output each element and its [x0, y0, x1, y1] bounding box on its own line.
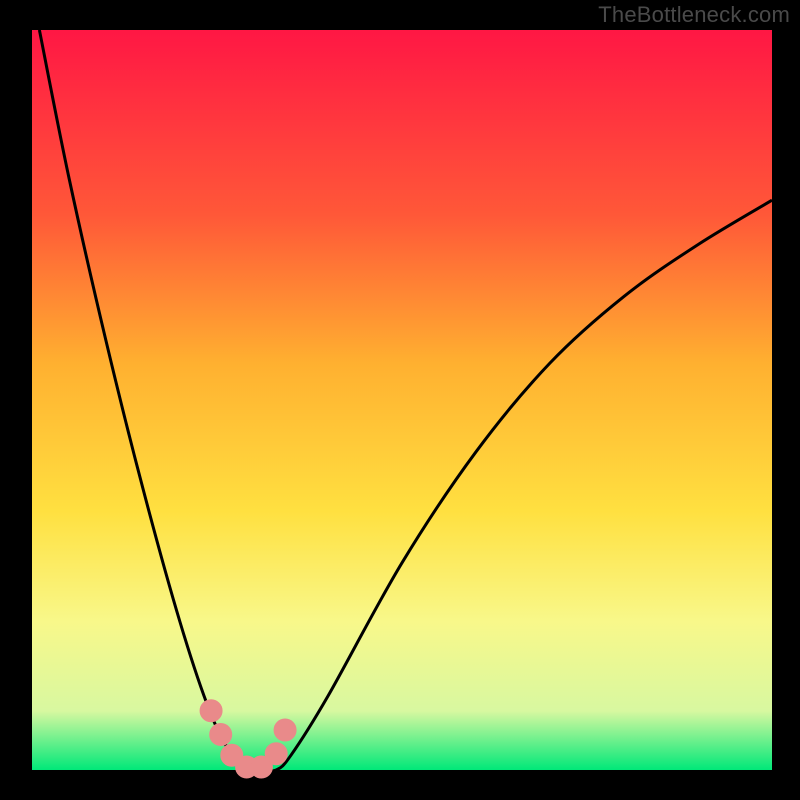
watermark-text: TheBottleneck.com: [598, 2, 790, 28]
gradient-background: [32, 30, 772, 770]
bottleneck-marker: [210, 723, 232, 745]
bottleneck-marker: [265, 743, 287, 765]
chart-frame: TheBottleneck.com: [0, 0, 800, 800]
bottleneck-chart: [0, 0, 800, 800]
bottleneck-marker: [200, 700, 222, 722]
bottleneck-marker: [274, 719, 296, 741]
